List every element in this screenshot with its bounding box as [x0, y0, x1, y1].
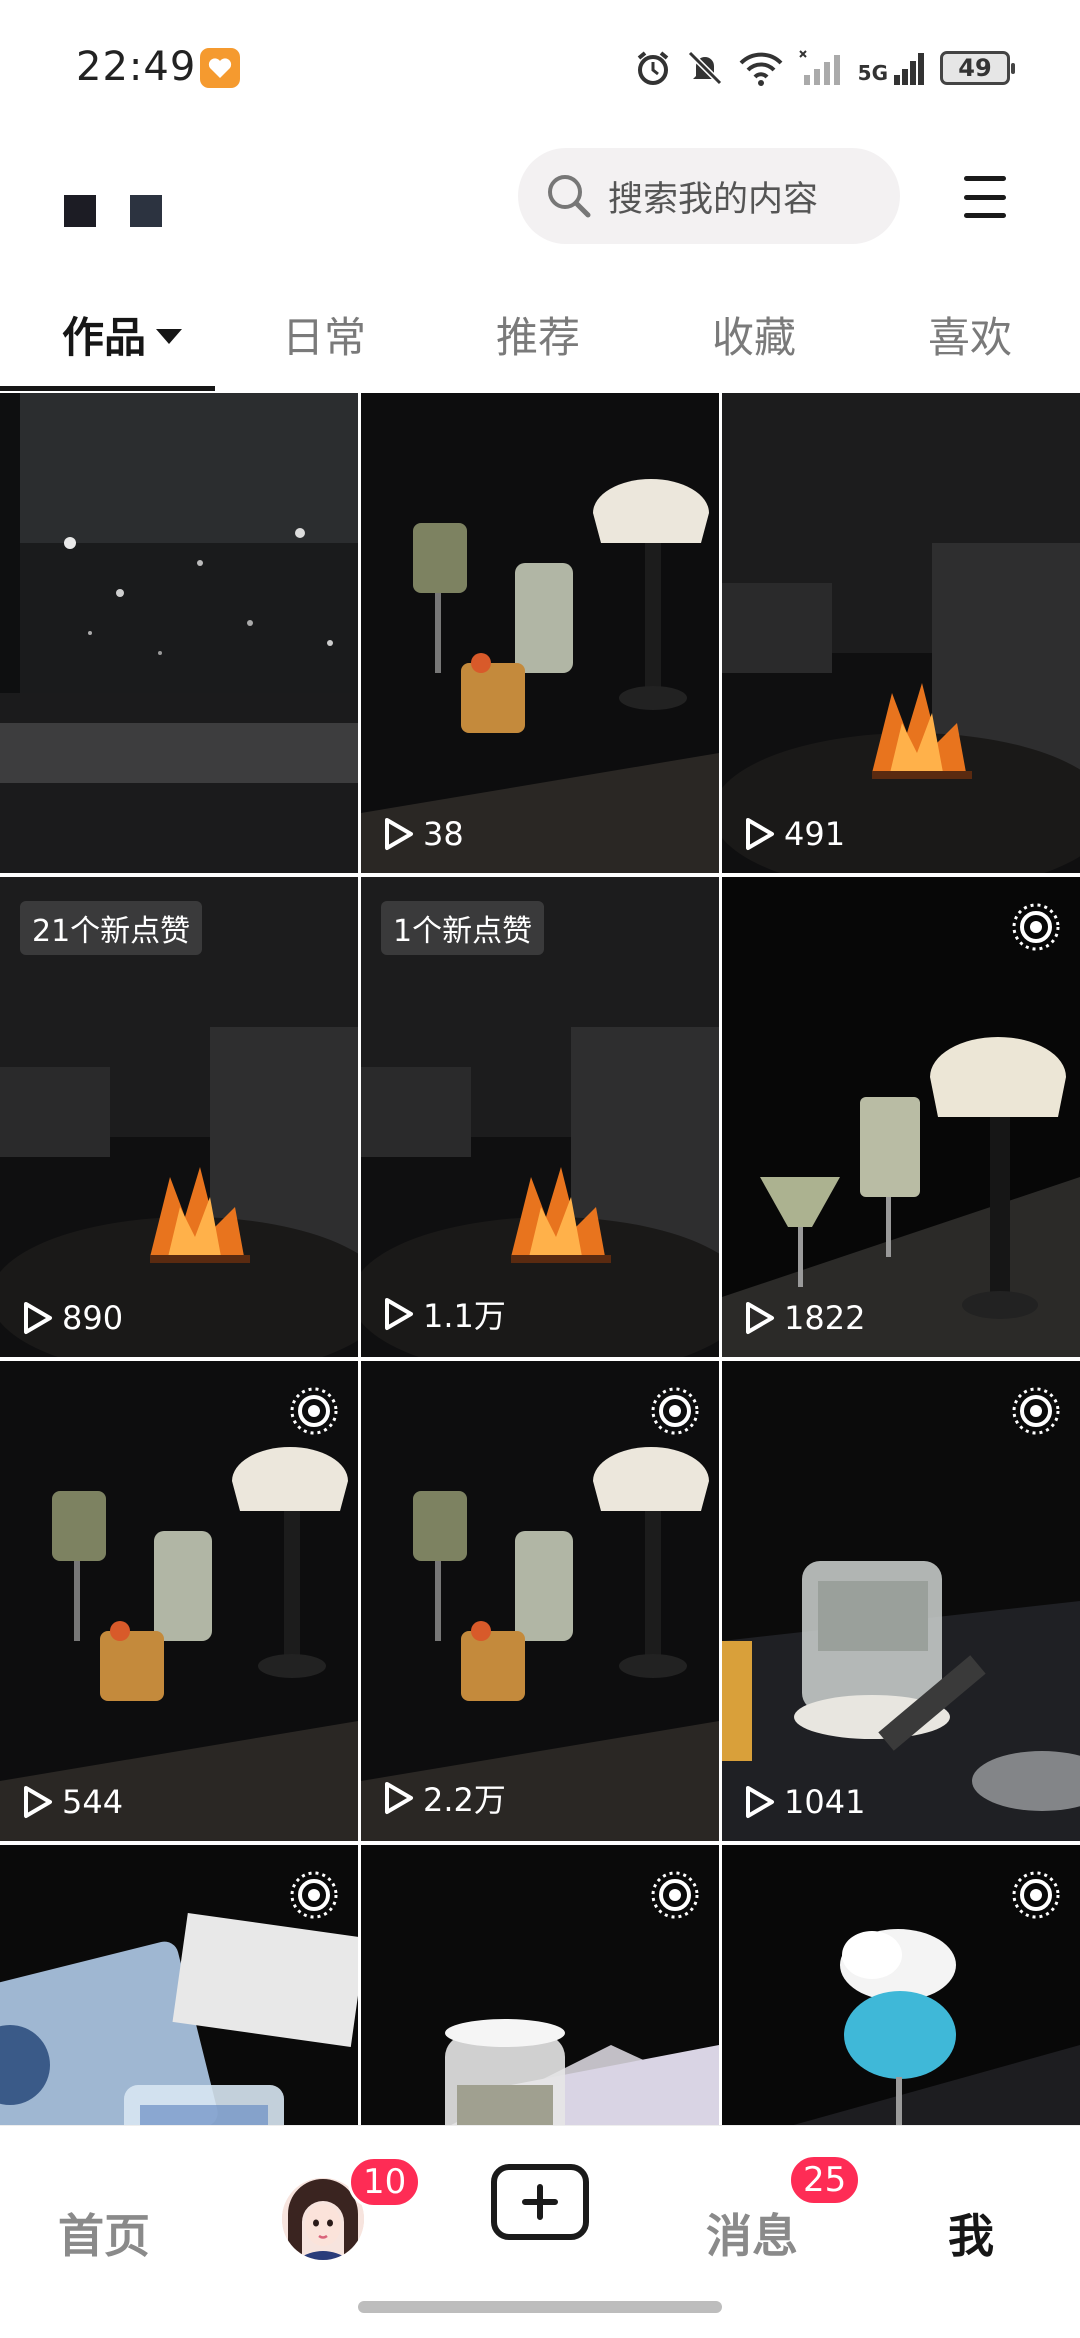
alarm-icon [637, 51, 668, 85]
search-icon [548, 175, 591, 218]
new-likes-badge: 1个新点赞 [381, 901, 545, 955]
caret-down-icon [156, 329, 183, 344]
menu-line [964, 213, 1006, 218]
tab-recommended[interactable]: 推荐 [496, 304, 580, 365]
play-icon [385, 818, 413, 850]
mute-icon [687, 50, 722, 86]
status-bar: 22:49 5G 49 [0, 0, 1080, 140]
play-count: 1822 [742, 1299, 865, 1337]
play-count-value: 1.1万 [423, 1297, 506, 1335]
video-tile[interactable] [722, 1845, 1080, 2125]
play-icon [385, 1782, 413, 1814]
username-block [130, 195, 162, 227]
username-block [64, 195, 96, 227]
video-thumbnail [0, 393, 358, 873]
video-tile[interactable]: 491 [722, 393, 1080, 873]
video-tile[interactable]: 544 [0, 1361, 358, 1841]
play-icon [24, 1786, 52, 1818]
live-photo-icon [1010, 1385, 1062, 1437]
tab-likes[interactable]: 喜欢 [928, 304, 1012, 365]
play-count-value: 1041 [784, 1783, 866, 1821]
video-tile[interactable] [0, 1845, 358, 2125]
status-icons: 5G 49 [634, 46, 1015, 90]
signal-icon [798, 50, 840, 85]
video-tile[interactable] [0, 393, 358, 873]
play-count-value: 2.2万 [423, 1781, 506, 1819]
profile-tabs: 作品 日常 推荐 收藏 喜欢 [0, 290, 1080, 391]
play-count: 38 [381, 815, 464, 853]
live-photo-icon [288, 1385, 340, 1437]
play-count: 491 [742, 815, 845, 853]
play-icon [24, 1302, 52, 1334]
video-tile[interactable]: 1个新点赞 1.1万 [361, 877, 719, 1357]
video-tile[interactable]: 21个新点赞 890 [0, 877, 358, 1357]
video-tile[interactable] [361, 1845, 719, 2125]
play-count-value: 1822 [784, 1299, 866, 1337]
status-time: 22:49 [76, 44, 197, 90]
new-likes-badge: 21个新点赞 [20, 901, 203, 955]
wifi-icon [739, 52, 783, 86]
play-icon [385, 1298, 413, 1330]
video-tile[interactable]: 1041 [722, 1361, 1080, 1841]
play-count: 1041 [742, 1783, 865, 1821]
video-thumbnail [361, 393, 719, 873]
play-count: 544 [20, 1783, 123, 1821]
create-button[interactable] [491, 2164, 589, 2240]
hamburger-menu-icon[interactable] [960, 172, 1010, 222]
tab-label: 作品 [62, 313, 147, 362]
tab-works[interactable]: 作品 [62, 304, 183, 365]
nav-me[interactable]: 我 [948, 2200, 994, 2266]
cell-signal-icon [894, 53, 924, 85]
play-count: 890 [20, 1299, 123, 1337]
battery-level: 49 [958, 54, 992, 82]
battery-icon: 49 [940, 51, 1015, 85]
network-label: 5G [857, 61, 888, 85]
video-tile[interactable]: 1822 [722, 877, 1080, 1357]
home-indicator[interactable] [358, 2301, 722, 2313]
tab-label: 收藏 [712, 313, 797, 362]
play-icon [746, 1302, 774, 1334]
tab-label: 喜欢 [928, 313, 1013, 362]
tab-label: 日常 [282, 313, 367, 362]
live-photo-icon [649, 1385, 701, 1437]
play-count: 2.2万 [381, 1775, 506, 1821]
play-count: 1.1万 [381, 1291, 506, 1337]
live-photo-icon [288, 1869, 340, 1921]
profile-header: 搜索我的内容 [0, 140, 1080, 260]
live-photo-icon [1010, 1869, 1062, 1921]
active-tab-indicator [0, 386, 215, 391]
play-icon [746, 1786, 774, 1818]
search-placeholder: 搜索我的内容 [608, 179, 819, 220]
menu-line [964, 194, 1006, 200]
play-count-value: 544 [62, 1783, 124, 1821]
video-grid: 38 491 21个新点赞 890 1个新点赞 1.1万 1822 544 2.2万 1041 [0, 393, 1080, 2125]
nav-home[interactable]: 首页 [58, 2200, 150, 2266]
nav-messages[interactable]: 消息 [706, 2200, 798, 2266]
video-tile[interactable]: 2.2万 [361, 1361, 719, 1841]
play-count-value: 491 [784, 815, 846, 853]
live-photo-icon [649, 1869, 701, 1921]
play-count-value: 38 [423, 815, 464, 853]
tab-daily[interactable]: 日常 [282, 304, 366, 365]
tab-label: 推荐 [496, 313, 581, 362]
video-tile[interactable]: 38 [361, 393, 719, 873]
plus-icon [522, 2184, 558, 2220]
messages-badge: 25 [788, 2154, 862, 2206]
heart-app-icon [200, 48, 240, 88]
search-input[interactable]: 搜索我的内容 [518, 148, 900, 244]
friends-badge: 10 [348, 2156, 422, 2208]
tab-favorites[interactable]: 收藏 [712, 304, 796, 365]
network-type: 5G [858, 51, 926, 85]
live-photo-icon [1010, 901, 1062, 953]
play-count-value: 890 [62, 1299, 124, 1337]
menu-line [964, 176, 1006, 181]
play-icon [746, 818, 774, 850]
video-thumbnail [722, 393, 1080, 873]
